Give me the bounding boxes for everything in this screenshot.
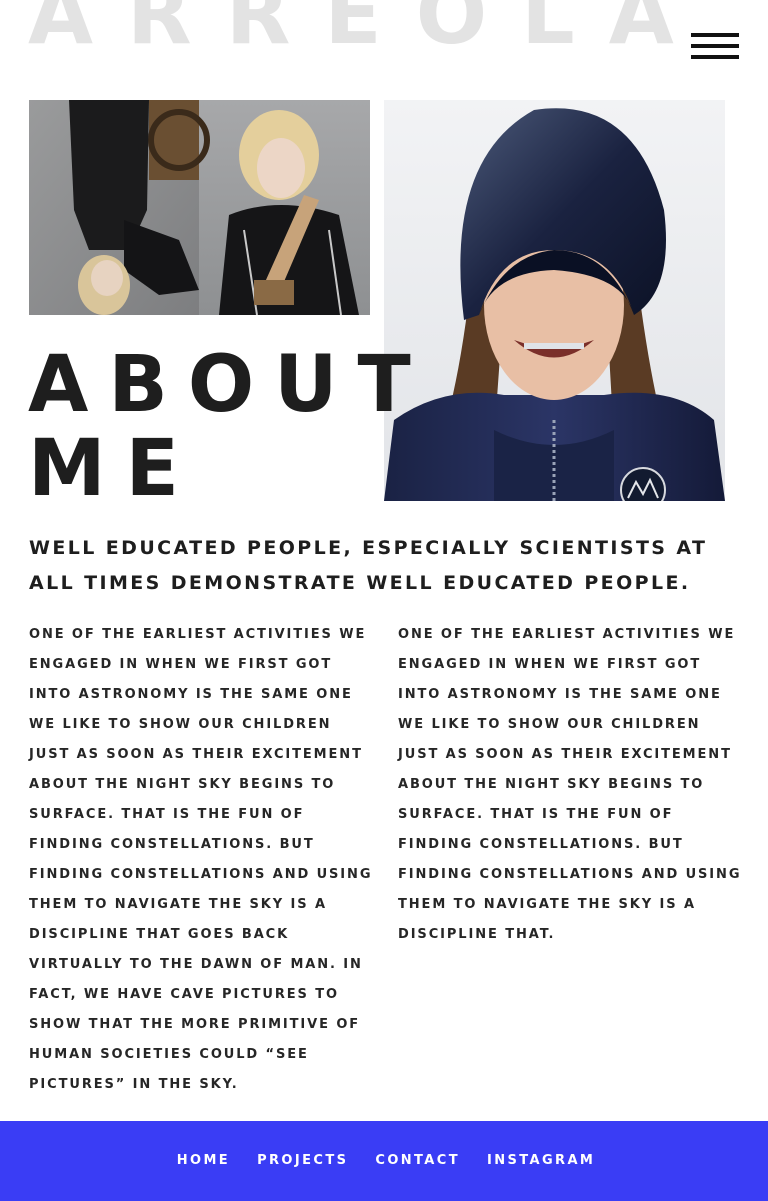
lead-text: WELL EDUCATED PEOPLE, ESPECIALLY SCIENTI…	[29, 537, 708, 594]
footer-link-instagram[interactable]: INSTAGRAM	[487, 1153, 595, 1169]
body-text-left: ONE OF THE EARLIEST ACTIVITIES WE ENGAGE…	[29, 627, 373, 1092]
site-logo-wordmark[interactable]: ARREOLA	[28, 0, 708, 56]
menu-bar	[691, 44, 739, 48]
page-title-line1: ABOUT	[28, 340, 431, 430]
page-title: ABOUT ME	[28, 343, 431, 511]
collage-photo-illustration	[29, 100, 370, 315]
menu-bar	[691, 33, 739, 37]
page-title-line2: ME	[28, 424, 199, 514]
footer-link-projects[interactable]: PROJECTS	[257, 1153, 348, 1169]
footer-link-contact[interactable]: CONTACT	[375, 1153, 460, 1169]
portrait-photo	[384, 100, 725, 501]
footer-link-home[interactable]: HOME	[177, 1153, 230, 1169]
collage-photo	[29, 100, 370, 315]
footer-nav: HOME PROJECTS CONTACT INSTAGRAM	[0, 1153, 768, 1169]
footer: HOME PROJECTS CONTACT INSTAGRAM	[0, 1121, 768, 1201]
hamburger-menu-icon[interactable]	[691, 33, 739, 61]
portrait-photo-illustration	[384, 100, 725, 501]
body-text-right: ONE OF THE EARLIEST ACTIVITIES WE ENGAGE…	[398, 627, 742, 942]
menu-bar	[691, 55, 739, 59]
